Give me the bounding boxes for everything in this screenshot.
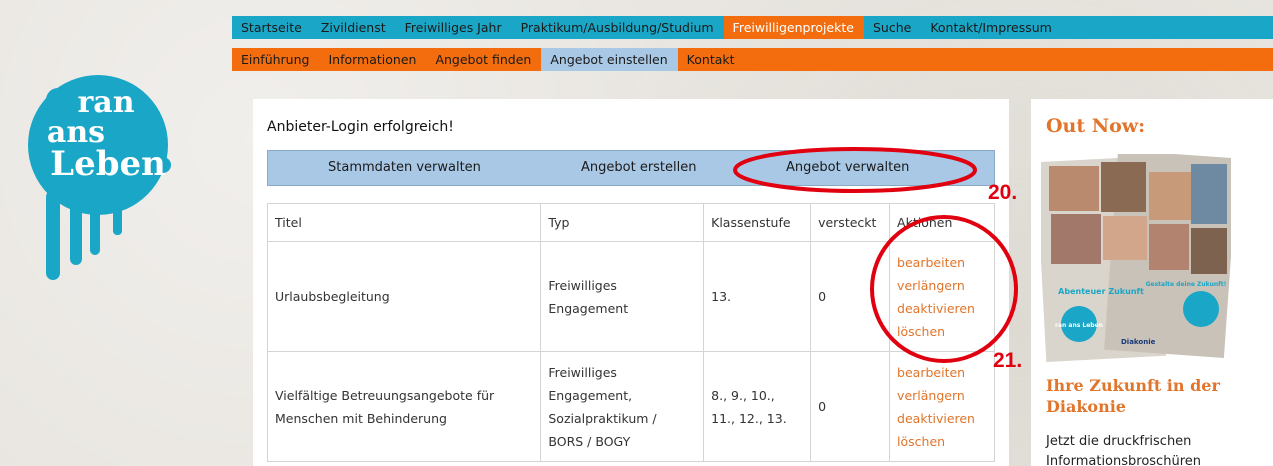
cell-actions: bearbeiten verlängern deaktivieren lösch… [889,351,995,462]
sidebar-subheading-line: Ihre Zukunft in der [1046,376,1220,395]
cell-text: 13. [711,289,732,304]
edit-link[interactable]: bearbeiten [897,361,987,384]
cell-text: Urlaubsbegleitung [275,289,390,304]
sidebar-text-line: Informationsbroschüren [1046,454,1201,466]
cell-hidden: 0 [810,241,891,352]
table-row: Urlaubsbegleitung Freiwilliges Engagemen… [266,241,995,352]
column-header-titel: Titel [266,203,542,242]
logo-line-3: Leben [50,144,166,184]
cell-actions: bearbeiten verlängern deaktivieren lösch… [889,241,995,352]
brochure-logo-text: ran ans Leben [1055,322,1103,329]
cell-text: Vielfältige Betreuungsangebote für [275,387,495,403]
column-header-typ: Typ [540,203,705,242]
sidebar-subheading-line: Diakonie [1046,397,1126,416]
tab-angebot-verwalten[interactable]: Angebot verwalten [786,160,909,175]
delete-link[interactable]: löschen [897,430,987,453]
cell-text: Menschen mit Behinderung [275,410,447,426]
annotation-label-21: 21. [993,349,1023,372]
subnav-informationen[interactable]: Informationen [319,48,426,71]
cell-title: Urlaubsbegleitung [266,241,542,352]
nav-zivildienst[interactable]: Zivildienst [312,16,396,39]
cell-text: Engagement [548,300,629,316]
column-header-aktionen: Aktionen [889,203,995,242]
extend-link[interactable]: verlängern [897,384,987,407]
sidebar-subheading: Ihre Zukunft in der Diakonie [1046,375,1220,417]
subnav-einfuehrung[interactable]: Einführung [232,48,319,71]
cell-hidden: 0 [810,351,891,462]
offers-table: Titel Typ Klassenstufe versteckt Aktione… [266,203,995,462]
extend-link[interactable]: verlängern [897,274,987,297]
deactivate-link[interactable]: deaktivieren [897,297,987,320]
cell-text: 11., 12., 13. [711,410,787,426]
primary-nav: Startseite Zivildienst Freiwilliges Jahr… [232,16,1273,39]
table-row: Vielfältige Betreuungsangebote für Mensc… [266,351,995,462]
column-header-klassenstufe: Klassenstufe [703,203,812,242]
brochure-diakonie-text: Diakonie [1121,338,1156,346]
nav-freiwilligenprojekte[interactable]: Freiwilligenprojekte [723,16,864,39]
sidebar-heading: Out Now: [1046,115,1146,137]
cell-text: Freiwilliges [548,277,617,293]
nav-freiwilliges-jahr[interactable]: Freiwilliges Jahr [396,16,512,39]
subnav-angebot-einstellen[interactable]: Angebot einstellen [541,48,678,71]
cell-grade: 8., 9., 10., 11., 12., 13. [703,351,812,462]
cell-type: Freiwilliges Engagement, Sozialpraktikum… [540,351,705,462]
edit-link[interactable]: bearbeiten [897,251,987,274]
table-header-row: Titel Typ Klassenstufe versteckt Aktione… [266,203,995,242]
cell-grade: 13. [703,241,812,352]
tab-stammdaten-verwalten[interactable]: Stammdaten verwalten [328,160,481,175]
nav-praktikum[interactable]: Praktikum/Ausbildung/Studium [512,16,724,39]
subnav-kontakt[interactable]: Kontakt [678,48,745,71]
annotation-label-20: 20. [988,181,1018,204]
cell-text: Freiwilliges [548,364,617,380]
nav-startseite[interactable]: Startseite [232,16,312,39]
page-title: Anbieter-Login erfolgreich! [267,119,454,135]
cell-text: BORS / BOGY [548,433,631,449]
cell-type: Freiwilliges Engagement [540,241,705,352]
subnav-angebot-finden[interactable]: Angebot finden [426,48,541,71]
management-tabs: Stammdaten verwalten Angebot erstellen A… [267,150,995,186]
cell-text: 0 [818,289,827,304]
cell-text: 0 [818,399,827,414]
sidebar: Out Now: Abenteuer Zukunft Gestalte dein… [1031,99,1273,466]
cell-text: 8., 9., 10., [711,387,775,403]
sidebar-text: Jetzt die druckfrischen Informationsbros… [1046,432,1201,466]
delete-link[interactable]: löschen [897,320,987,343]
nav-kontakt-impressum[interactable]: Kontakt/Impressum [921,16,1062,39]
column-header-versteckt: versteckt [810,203,891,242]
main-content: Anbieter-Login erfolgreich! Stammdaten v… [253,99,1009,466]
brochure-title-right: Gestalte deine Zukunft! [1146,281,1227,288]
cell-text: Sozialpraktikum / [548,410,657,426]
tab-angebot-erstellen[interactable]: Angebot erstellen [581,160,697,175]
site-logo[interactable]: ran ans Leben [18,70,178,290]
brochure-image[interactable]: Abenteuer Zukunft Gestalte deine Zukunft… [1035,150,1238,364]
cell-text: Engagement, [548,387,633,403]
secondary-nav: Einführung Informationen Angebot finden … [232,48,1273,71]
sidebar-text-line: Jetzt die druckfrischen [1046,434,1192,449]
cell-title: Vielfältige Betreuungsangebote für Mensc… [266,351,542,462]
nav-suche[interactable]: Suche [864,16,921,39]
deactivate-link[interactable]: deaktivieren [897,407,987,430]
brochure-title-left: Abenteuer Zukunft [1058,287,1144,296]
